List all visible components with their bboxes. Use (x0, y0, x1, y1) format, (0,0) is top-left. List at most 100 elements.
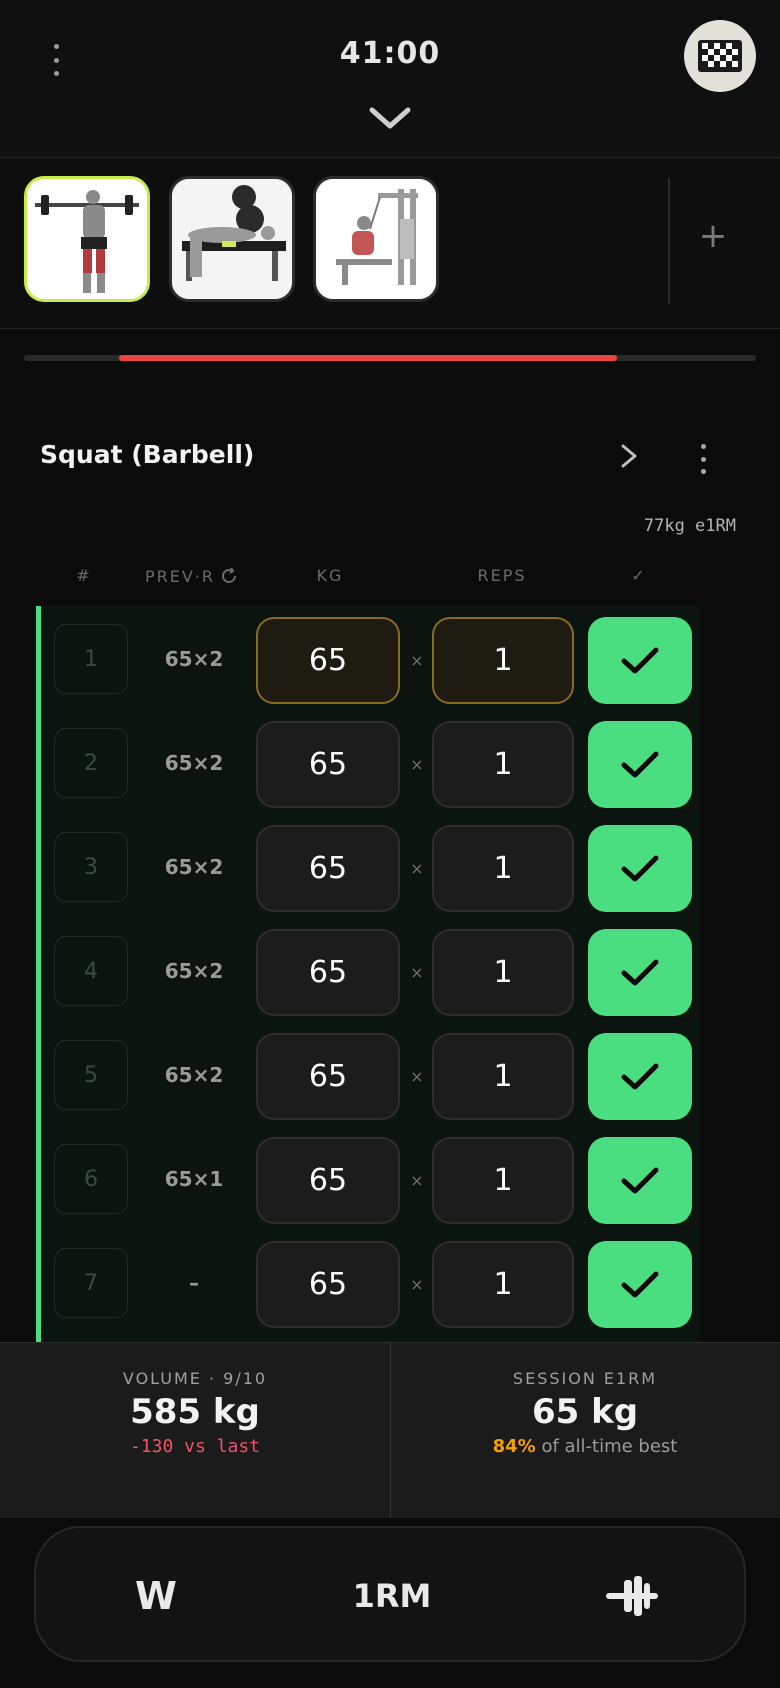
checkmark-icon (621, 1063, 659, 1089)
volume-label: VOLUME · 9/10 (122, 1369, 268, 1388)
times-symbol: × (410, 651, 424, 670)
set-number[interactable]: 1 (54, 624, 128, 694)
squat-illustration (27, 179, 147, 299)
chevron-right-icon[interactable] (614, 440, 644, 472)
reps-input[interactable]: 1 (432, 825, 574, 912)
col-header-kg: KG (316, 566, 344, 585)
complete-set-button[interactable] (588, 1241, 692, 1328)
exercise-title[interactable]: Squat (Barbell) (40, 440, 254, 469)
seated-row-illustration (316, 179, 436, 299)
kg-input[interactable]: 65 (256, 929, 400, 1016)
times-symbol: × (410, 963, 424, 982)
reps-input[interactable]: 1 (432, 1137, 574, 1224)
complete-set-button[interactable] (588, 825, 692, 912)
finish-flag-button[interactable] (684, 20, 756, 92)
set-number[interactable]: 4 (54, 936, 128, 1006)
kg-input[interactable]: 65 (256, 617, 400, 704)
checkered-flag-icon (698, 40, 742, 72)
plate-calculator-button[interactable] (572, 1528, 692, 1664)
volume-delta: -130 vs last (129, 1436, 261, 1457)
complete-set-button[interactable] (588, 721, 692, 808)
session-e1rm-value: 65 kg (531, 1392, 639, 1432)
previous-value[interactable]: 65×1 (141, 1144, 247, 1214)
kg-input[interactable]: 65 (256, 1241, 400, 1328)
reps-input[interactable]: 1 (432, 617, 574, 704)
add-exercise-button[interactable]: + (690, 206, 736, 266)
checkmark-icon (621, 1167, 659, 1193)
complete-set-button[interactable] (588, 1033, 692, 1120)
volume-value: 585 kg (130, 1392, 260, 1432)
reps-input[interactable]: 1 (432, 721, 574, 808)
times-symbol: × (410, 1067, 424, 1086)
times-symbol: × (410, 1275, 424, 1294)
times-symbol: × (410, 1171, 424, 1190)
set-row: 3 65×2 65 × 1 (41, 814, 700, 912)
exercise-thumb-squat[interactable] (24, 176, 150, 302)
reps-input[interactable]: 1 (432, 929, 574, 1016)
set-row: 7 – 65 × 1 (41, 1230, 700, 1328)
previous-value[interactable]: 65×2 (141, 936, 247, 1006)
times-symbol: × (410, 755, 424, 774)
warmup-button[interactable]: W (96, 1528, 216, 1664)
times-symbol: × (410, 859, 424, 878)
set-row: 1 65×2 65 × 1 (41, 606, 700, 704)
volume-stat: VOLUME · 9/10 585 kg -130 vs last (0, 1343, 390, 1457)
previous-value[interactable]: – (141, 1248, 247, 1318)
kg-input[interactable]: 65 (256, 1137, 400, 1224)
refresh-icon (222, 567, 237, 583)
all-time-best-suffix: of all-time best (535, 1436, 678, 1457)
workout-timer: 41:00 (339, 36, 441, 71)
checkmark-icon (621, 959, 659, 985)
exercise-more-icon[interactable] (688, 444, 718, 474)
bench-press-illustration (172, 179, 292, 299)
set-number[interactable]: 5 (54, 1040, 128, 1110)
top-bar: 41:00 (0, 0, 780, 158)
set-number[interactable]: 7 (54, 1248, 128, 1318)
kg-input[interactable]: 65 (256, 825, 400, 912)
one-rep-max-button[interactable]: 1RM (318, 1528, 466, 1664)
exercise-thumb-seated-row[interactable] (313, 176, 439, 302)
sets-table: 1 65×2 65 × 1 2 65×2 65 × 1 3 65×2 65 × … (36, 606, 700, 1342)
session-e1rm-label: SESSION E1RM (512, 1369, 658, 1388)
set-row: 5 65×2 65 × 1 (41, 1022, 700, 1120)
session-e1rm-stat: SESSION E1RM 65 kg 84% of all-time best (390, 1343, 780, 1457)
complete-set-button[interactable] (588, 617, 692, 704)
set-number[interactable]: 3 (54, 832, 128, 902)
checkmark-icon (621, 1271, 659, 1297)
set-number[interactable]: 6 (54, 1144, 128, 1214)
chevron-down-icon[interactable] (366, 104, 414, 134)
workout-progress-bar (24, 355, 756, 361)
complete-set-button[interactable] (588, 1137, 692, 1224)
e1rm-tag: 77kg e1RM (643, 516, 736, 536)
previous-value[interactable]: 65×2 (141, 1040, 247, 1110)
bottom-toolbar: W 1RM (0, 1518, 780, 1688)
reps-input[interactable]: 1 (432, 1241, 574, 1328)
set-row: 4 65×2 65 × 1 (41, 918, 700, 1016)
previous-value[interactable]: 65×2 (141, 728, 247, 798)
previous-value[interactable]: 65×2 (141, 624, 247, 694)
set-row: 2 65×2 65 × 1 (41, 710, 700, 808)
stats-panel: VOLUME · 9/10 585 kg -130 vs last SESSIO… (0, 1342, 780, 1519)
barbell-icon (606, 1576, 658, 1616)
col-header-prev-label: PREV·R (144, 566, 216, 586)
set-row: 6 65×1 65 × 1 (41, 1126, 700, 1224)
reps-input[interactable]: 1 (432, 1033, 574, 1120)
kg-input[interactable]: 65 (256, 721, 400, 808)
exercise-strip: + (0, 158, 780, 329)
strip-divider (668, 178, 670, 304)
set-number[interactable]: 2 (54, 728, 128, 798)
previous-value[interactable]: 65×2 (141, 832, 247, 902)
checkmark-icon (621, 647, 659, 673)
kg-input[interactable]: 65 (256, 1033, 400, 1120)
col-header-reps: REPS (477, 566, 527, 585)
workout-progress-fill (119, 355, 617, 361)
col-header-prev[interactable]: PREV·R (138, 566, 246, 586)
toolbar-pill: W 1RM (34, 1526, 746, 1662)
exercise-thumb-bench-press[interactable] (169, 176, 295, 302)
complete-set-button[interactable] (588, 929, 692, 1016)
checkmark-icon (621, 855, 659, 881)
all-time-best-percent: 84% (492, 1436, 536, 1457)
col-header-done: ✓ (631, 566, 647, 585)
checkmark-icon (621, 751, 659, 777)
col-header-number: # (76, 566, 92, 585)
